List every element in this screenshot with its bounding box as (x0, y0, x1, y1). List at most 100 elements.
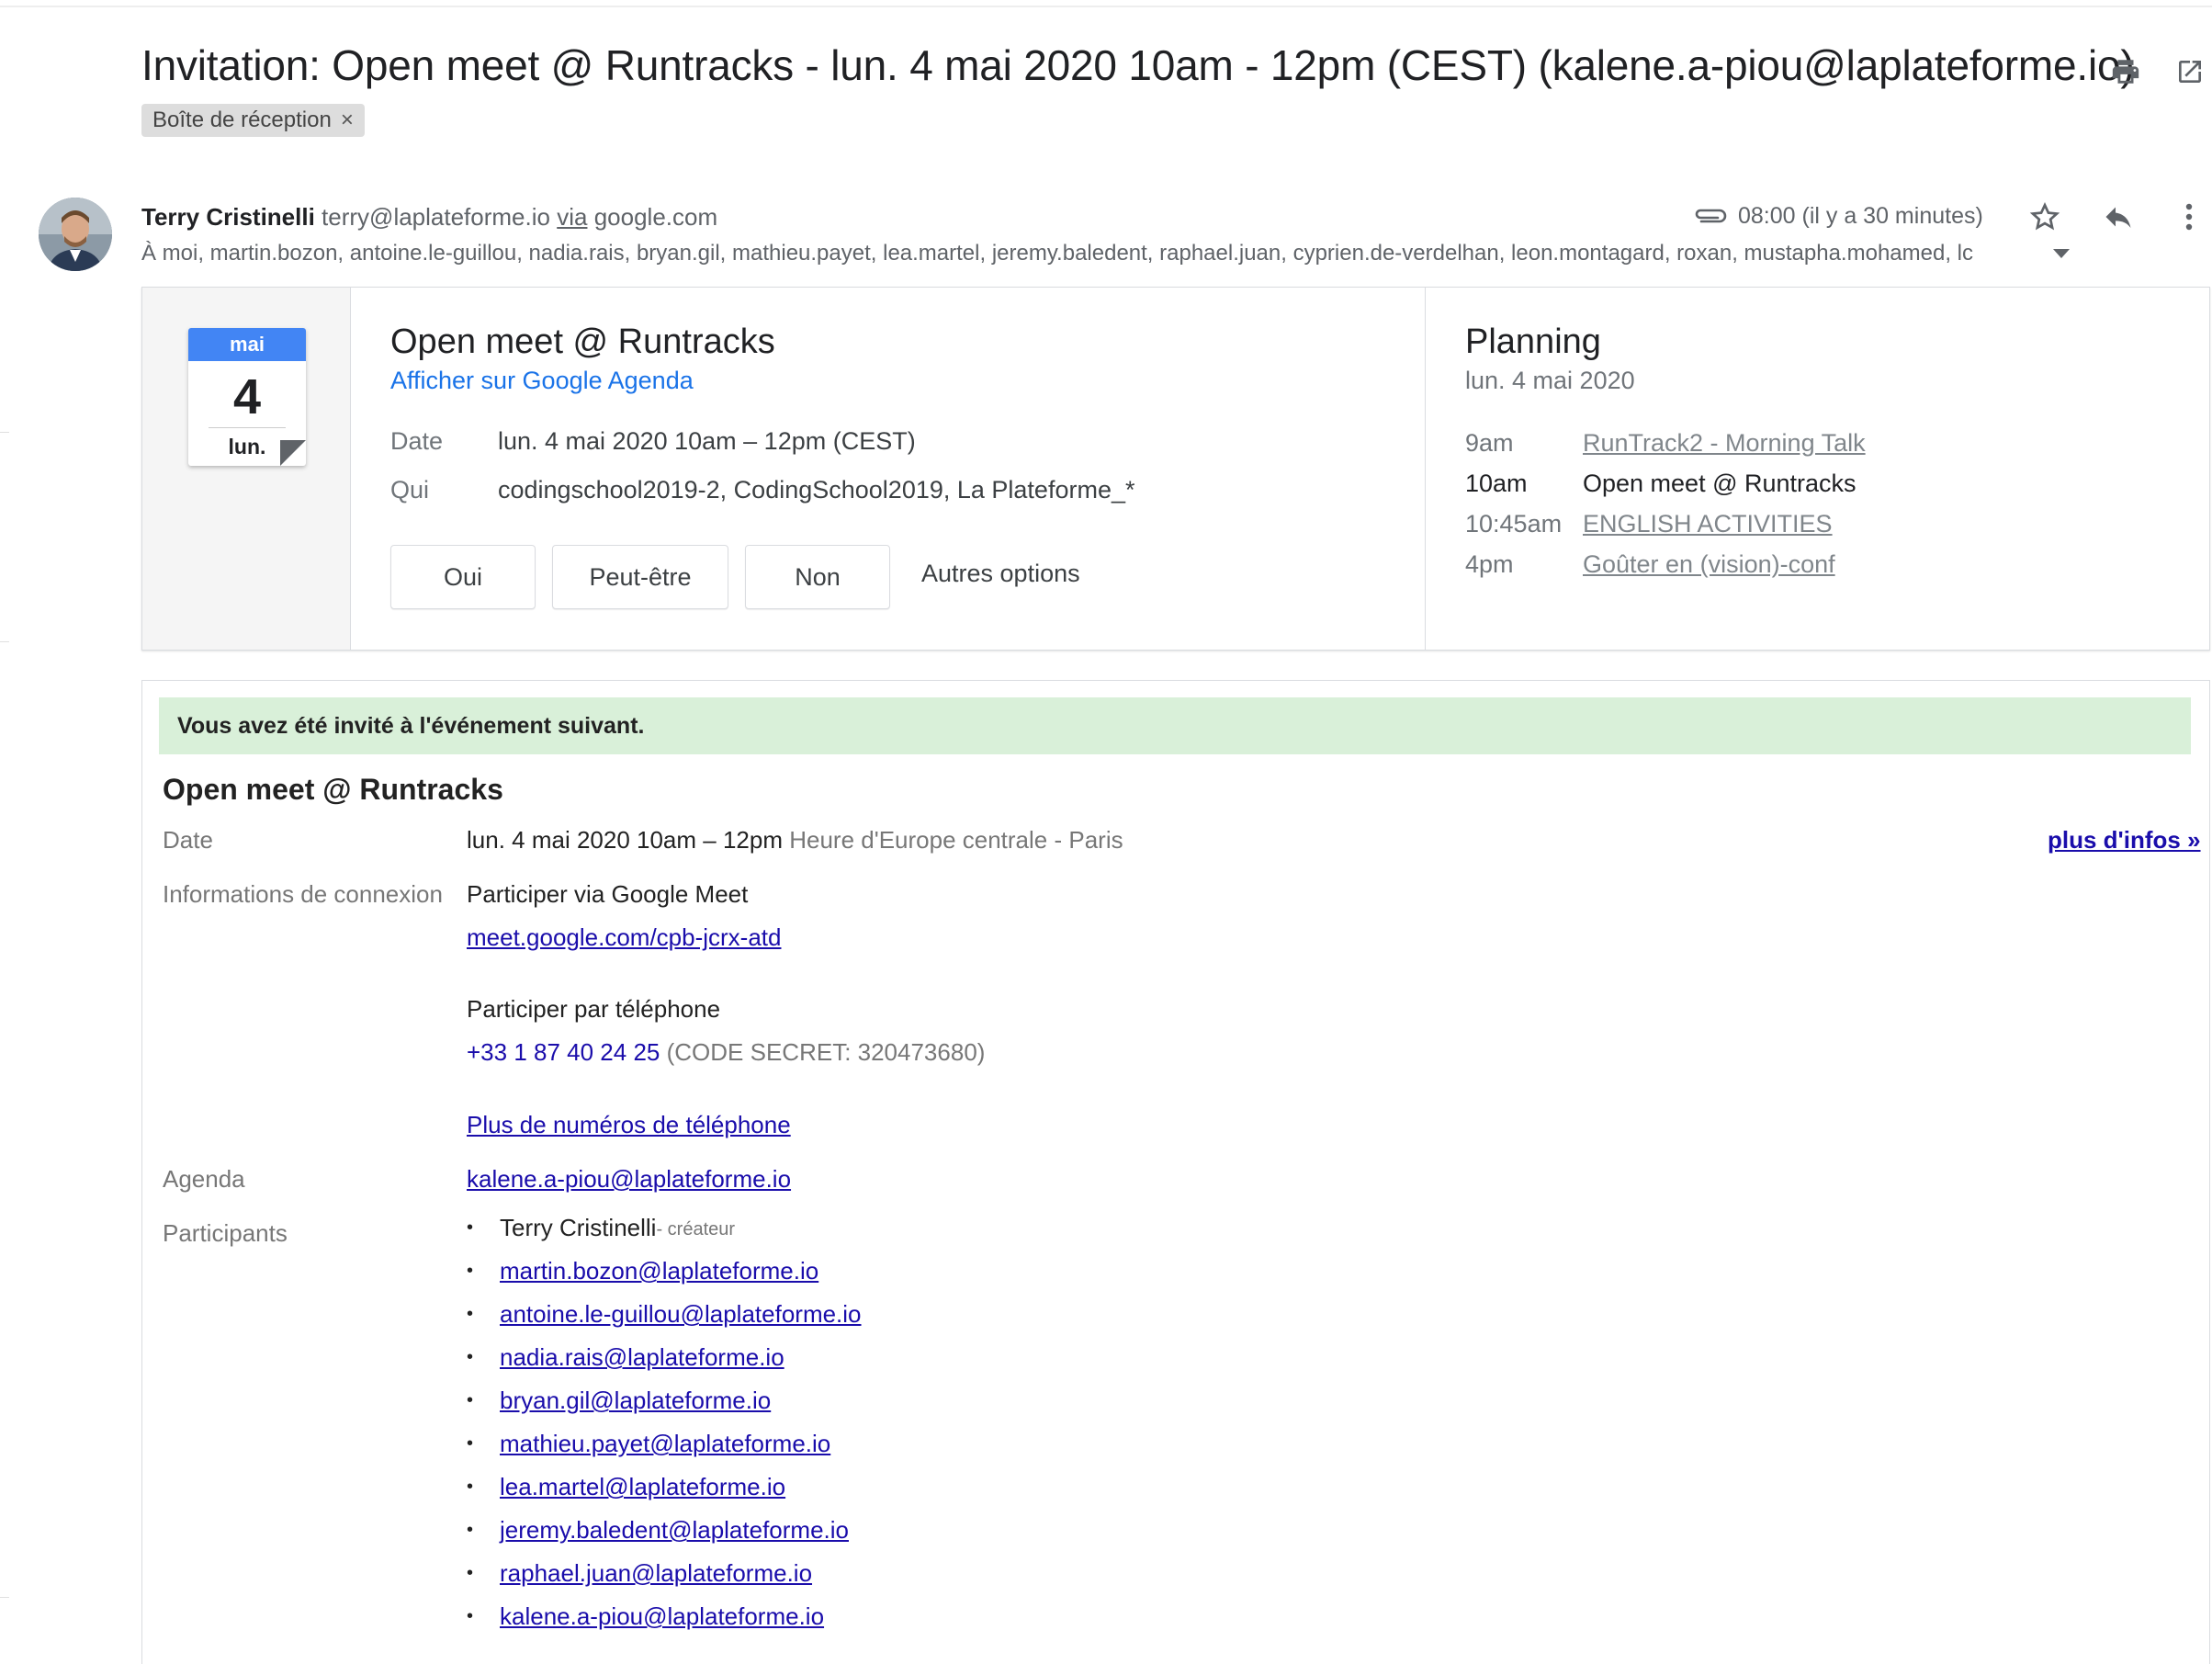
body-timezone: Heure d'Europe centrale - Paris (789, 826, 1123, 854)
calendar-month: mai (188, 328, 306, 361)
planning-event-current: Open meet @ Runtracks (1583, 470, 1856, 497)
participant-email-link[interactable]: jeremy.baledent@laplateforme.io (500, 1516, 849, 1545)
participant-email-link[interactable]: kalene.a-piou@laplateforme.io (500, 1602, 824, 1631)
invitation-body: Vous avez été invité à l'événement suiva… (141, 680, 2210, 1664)
body-date-label: Date (163, 826, 213, 854)
more-vert-icon[interactable] (2175, 197, 2203, 237)
phone-number-link[interactable]: +33 1 87 40 24 25 (467, 1038, 660, 1066)
bullet: • (467, 1433, 474, 1454)
participants-label: Participants (163, 1219, 288, 1247)
calendar-date-icon: mai 4 lun. (188, 328, 306, 466)
calendar-divider (209, 427, 286, 428)
recipients-list: À moi, martin.bozon, antoine.le-guillou,… (141, 241, 1973, 266)
invitation-card: mai 4 lun. Open meet @ Runtracks Affiche… (141, 287, 2210, 651)
phone-line: +33 1 87 40 24 25 (CODE SECRET: 32047368… (467, 1038, 985, 1067)
participant-email-link[interactable]: martin.bozon@laplateforme.io (500, 1257, 818, 1285)
more-options-button[interactable]: Autres options (921, 560, 1080, 588)
list-item: • kalene.a-piou@laplateforme.io (467, 1602, 862, 1646)
label-chip-text: Boîte de réception (152, 108, 332, 132)
bullet: • (467, 1606, 474, 1626)
reply-icon[interactable] (2098, 197, 2139, 237)
bullet: • (467, 1477, 474, 1497)
bullet: • (467, 1217, 474, 1238)
sender-domain: google.com (593, 203, 718, 231)
bullet: • (467, 1261, 474, 1281)
body-date-value: lun. 4 mai 2020 10am – 12pm Heure d'Euro… (467, 826, 1123, 855)
via-link[interactable]: via (557, 203, 587, 231)
planning-event-link[interactable]: RunTrack2 - Morning Talk (1583, 429, 1866, 458)
list-item: • Terry Cristinelli - créateur (467, 1214, 862, 1257)
list-item: • mathieu.payet@laplateforme.io (467, 1430, 862, 1473)
list-item: • martin.bozon@laplateforme.io (467, 1257, 862, 1300)
more-phone-numbers-link[interactable]: Plus de numéros de téléphone (467, 1111, 791, 1139)
inbox-label-chip[interactable]: Boîte de réception × (141, 104, 365, 137)
calendar-day: 4 (232, 369, 262, 424)
sender-name[interactable]: Terry Cristinelli (141, 203, 315, 231)
organizer-name: Terry Cristinelli (500, 1214, 657, 1241)
planning-time: 10:45am (1465, 510, 1563, 538)
list-item: • jeremy.baledent@laplateforme.io (467, 1516, 862, 1559)
view-in-calendar-link[interactable]: Afficher sur Google Agenda (390, 367, 694, 395)
participant-email-link[interactable]: antoine.le-guillou@laplateforme.io (500, 1300, 862, 1329)
meet-link[interactable]: meet.google.com/cpb-jcrx-atd (467, 923, 781, 952)
agenda-label: Agenda (163, 1165, 245, 1193)
edge-divider (0, 1597, 9, 1598)
planning-time-current: 10am (1465, 470, 1528, 497)
participant-email-link[interactable]: raphael.juan@laplateforme.io (500, 1559, 812, 1588)
event-date-label: Date (390, 427, 444, 455)
body-event-title: Open meet @ Runtracks (163, 773, 503, 806)
bullet: • (467, 1347, 474, 1367)
planning-date: lun. 4 mai 2020 (1465, 367, 1635, 394)
participants-list: • Terry Cristinelli - créateur • martin.… (467, 1214, 862, 1646)
list-item: • nadia.rais@laplateforme.io (467, 1343, 862, 1387)
email-subject: Invitation: Open meet @ Runtracks - lun.… (141, 41, 2135, 89)
agenda-link[interactable]: kalene.a-piou@laplateforme.io (467, 1165, 791, 1194)
planning-event-link[interactable]: ENGLISH ACTIVITIES (1583, 510, 1833, 538)
invited-banner: Vous avez été invité à l'événement suiva… (159, 697, 2191, 754)
sender-line: Terry Cristinelli terry@laplateforme.io … (141, 203, 717, 232)
planning-time: 4pm (1465, 550, 1514, 578)
body-date-text: lun. 4 mai 2020 10am – 12pm (467, 826, 783, 854)
bullet: • (467, 1304, 474, 1324)
bullet: • (467, 1520, 474, 1540)
edge-divider (0, 641, 9, 642)
event-title: Open meet @ Runtracks (390, 323, 775, 361)
rsvp-yes-button[interactable]: Oui (390, 545, 536, 609)
email-time: 08:00 (il y a 30 minutes) (1738, 203, 1983, 229)
event-who-label: Qui (390, 476, 430, 504)
edge-divider (0, 432, 9, 433)
rsvp-no-button[interactable]: Non (745, 545, 890, 609)
event-who-value: codingschool2019-2, CodingSchool2019, La… (498, 476, 1135, 504)
participant-email-link[interactable]: bryan.gil@laplateforme.io (500, 1387, 771, 1415)
planning-event-link[interactable]: Goûter en (vision)-conf (1583, 550, 1835, 579)
bullet: • (467, 1563, 474, 1583)
list-item: • raphael.juan@laplateforme.io (467, 1559, 862, 1602)
top-divider (0, 6, 2212, 7)
calendar-page-fold (280, 440, 306, 466)
card-divider (1425, 288, 1426, 650)
open-in-new-window-icon[interactable] (2170, 51, 2210, 92)
connection-info-label: Informations de connexion (163, 880, 443, 908)
star-icon[interactable] (2025, 197, 2065, 237)
show-details-dropdown-icon[interactable] (2050, 243, 2072, 265)
participant-email-link[interactable]: mathieu.payet@laplateforme.io (500, 1430, 830, 1458)
more-info-link[interactable]: plus d'infos » (2048, 826, 2201, 855)
rsvp-maybe-button[interactable]: Peut-être (552, 545, 728, 609)
participant-email-link[interactable]: lea.martel@laplateforme.io (500, 1473, 785, 1501)
print-icon[interactable] (2105, 51, 2146, 92)
planning-time: 9am (1465, 429, 1514, 457)
sender-avatar[interactable] (39, 198, 112, 271)
participant-email-link[interactable]: nadia.rais@laplateforme.io (500, 1343, 784, 1372)
event-date-value: lun. 4 mai 2020 10am – 12pm (CEST) (498, 427, 916, 455)
list-item: • antoine.le-guillou@laplateforme.io (467, 1300, 862, 1343)
phone-code: (CODE SECRET: 320473680) (666, 1038, 986, 1066)
bullet: • (467, 1390, 474, 1410)
organizer-role: - créateur (656, 1219, 736, 1240)
remove-label-icon[interactable]: × (341, 108, 354, 133)
planning-title: Planning (1465, 323, 1601, 361)
list-item: • lea.martel@laplateforme.io (467, 1473, 862, 1516)
attachment-icon (1692, 200, 1729, 232)
calendar-panel: mai 4 lun. (142, 288, 351, 650)
list-item: • bryan.gil@laplateforme.io (467, 1387, 862, 1430)
sender-email: terry@laplateforme.io (322, 203, 550, 231)
